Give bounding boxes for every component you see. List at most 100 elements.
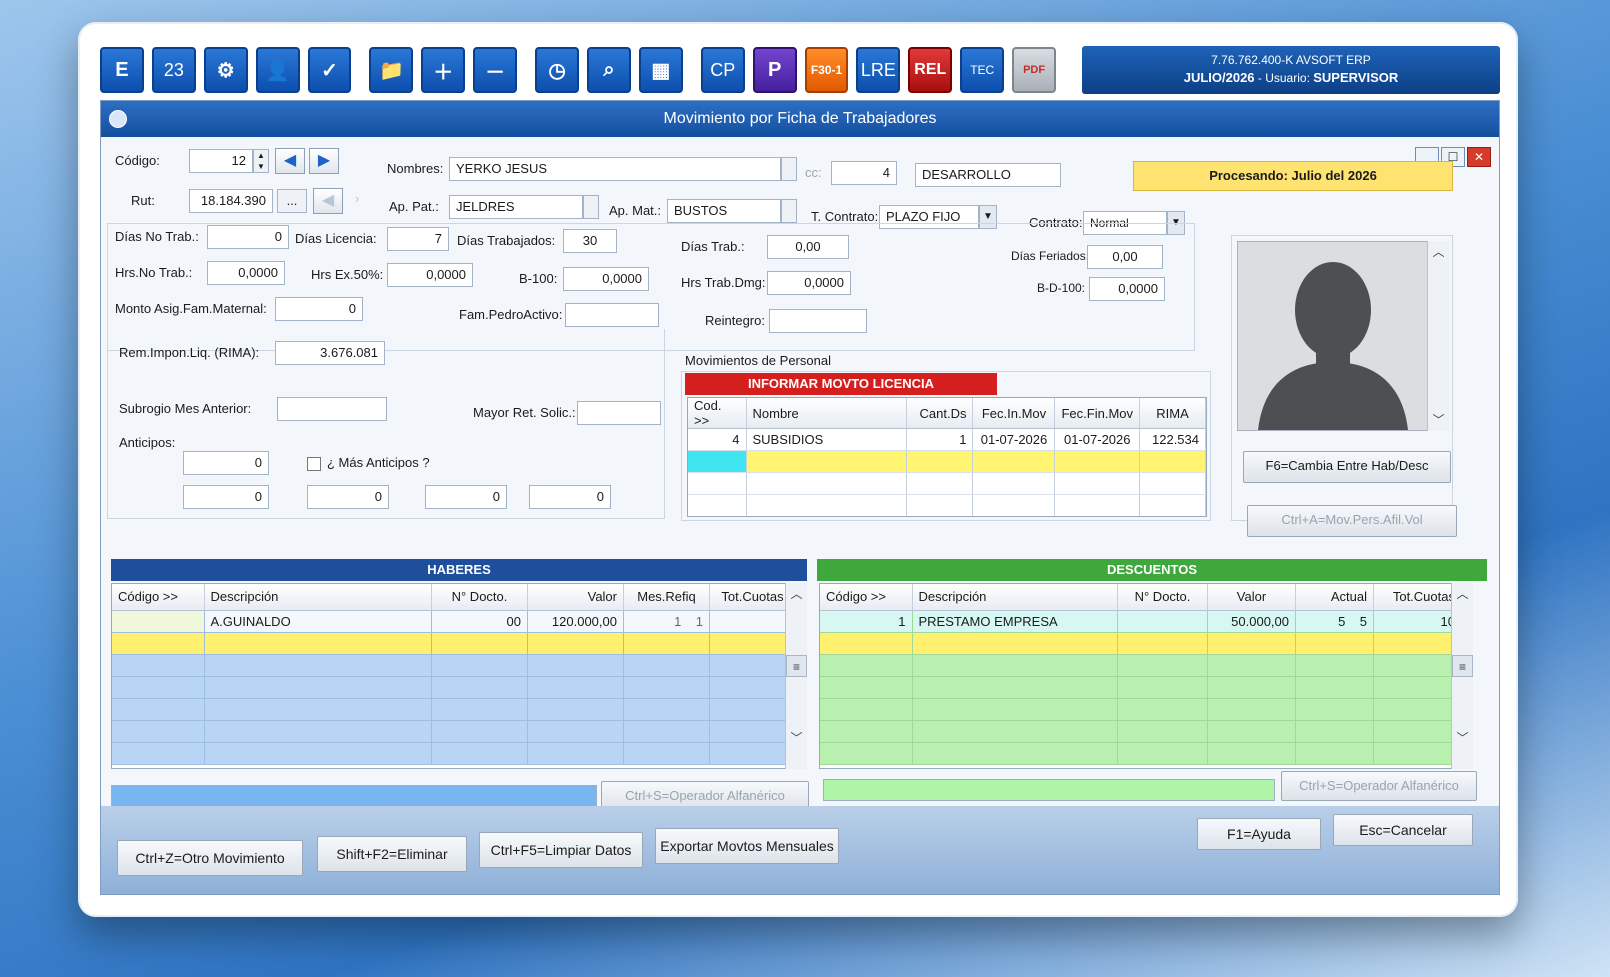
- ap-pat-field[interactable]: JELDRES: [449, 195, 583, 219]
- close-icon[interactable]: ✕: [1467, 147, 1491, 167]
- scroll-up-icon[interactable]: ︿: [1428, 241, 1449, 263]
- f6-switch-button[interactable]: F6=Cambia Entre Hab/Desc: [1243, 451, 1451, 483]
- tec-icon[interactable]: TEC: [960, 47, 1005, 93]
- col-tot-cuotas[interactable]: Tot.Cuotas: [1373, 584, 1462, 611]
- table-row[interactable]: [820, 720, 1462, 743]
- ctrl-a-button[interactable]: Ctrl+A=Mov.Pers.Afil.Vol: [1247, 505, 1457, 537]
- table-row[interactable]: [688, 494, 1206, 516]
- subrogio-field[interactable]: [277, 397, 387, 421]
- codigo-field[interactable]: 12: [189, 149, 253, 173]
- col-docto[interactable]: N° Docto.: [431, 584, 528, 611]
- checklist-icon[interactable]: ✓: [307, 47, 352, 93]
- scroll-up-icon[interactable]: ︿: [786, 583, 807, 605]
- dias-feriados-field[interactable]: 0,00: [1087, 245, 1163, 269]
- haberes-scrollbar[interactable]: ︿ ≡ ﹀: [785, 583, 807, 769]
- table-row[interactable]: 4 SUBSIDIOS 1 01-07-2026 01-07-2026 122.…: [688, 428, 1206, 451]
- scroll-thumb[interactable]: ≡: [1452, 655, 1473, 677]
- scroll-down-icon[interactable]: ﹀: [786, 727, 807, 749]
- table-row[interactable]: [820, 698, 1462, 721]
- clock-icon[interactable]: ◷: [535, 47, 580, 93]
- table-row[interactable]: [112, 720, 796, 743]
- folder-icon[interactable]: 📁: [369, 47, 414, 93]
- dias-trabajados-field[interactable]: 30: [563, 229, 617, 253]
- bd100-field[interactable]: 0,0000: [1089, 277, 1165, 301]
- ayuda-button[interactable]: F1=Ayuda: [1197, 818, 1321, 850]
- anticipo-field-1[interactable]: 0: [183, 485, 269, 509]
- descuentos-scrollbar[interactable]: ︿ ≡ ﹀: [1451, 583, 1473, 769]
- search-icon[interactable]: ⌕: [587, 47, 631, 93]
- cancelar-button[interactable]: Esc=Cancelar: [1333, 814, 1473, 846]
- anticipo-main-field[interactable]: 0: [183, 451, 269, 475]
- cc-number-field[interactable]: 4: [831, 161, 897, 185]
- calendar-icon[interactable]: 23: [151, 47, 196, 93]
- rel-icon[interactable]: REL: [908, 47, 953, 93]
- otro-movimiento-button[interactable]: Ctrl+Z=Otro Movimiento: [117, 840, 303, 876]
- table-row[interactable]: [688, 472, 1206, 495]
- dias-no-trab-field[interactable]: 0: [207, 225, 289, 249]
- table-row[interactable]: [112, 742, 796, 765]
- table-row[interactable]: A.GUINALDO 00 120.000,00 1 1: [112, 610, 796, 633]
- col-descripcion[interactable]: Descripción: [912, 584, 1118, 611]
- mayor-ret-field[interactable]: [577, 401, 661, 425]
- col-fec-fin[interactable]: Fec.Fin.Mov: [1054, 398, 1140, 429]
- col-valor[interactable]: Valor: [1207, 584, 1296, 611]
- anticipo-field-4[interactable]: 0: [529, 485, 611, 509]
- eliminar-button[interactable]: Shift+F2=Eliminar: [317, 836, 467, 872]
- ap-mat-dropdown[interactable]: [781, 199, 797, 223]
- col-nombre[interactable]: Nombre: [746, 398, 908, 429]
- table-row[interactable]: [820, 654, 1462, 677]
- gear-icon[interactable]: ⚙: [203, 47, 248, 93]
- codigo-spinner[interactable]: ▲ ▼: [253, 149, 269, 173]
- scroll-up-icon[interactable]: ︿: [1452, 583, 1473, 605]
- table-row[interactable]: [112, 654, 796, 677]
- anticipo-field-3[interactable]: 0: [425, 485, 507, 509]
- dias-licencia-field[interactable]: 7: [387, 227, 449, 251]
- nombres-field[interactable]: YERKO JESUS: [449, 157, 781, 181]
- hrs-no-trab-field[interactable]: 0,0000: [207, 261, 285, 285]
- table-row[interactable]: 1 PRESTAMO EMPRESA 50.000,00 5 5 10: [820, 610, 1462, 633]
- nombres-dropdown[interactable]: [781, 157, 797, 181]
- grid-icon[interactable]: ▦: [638, 47, 683, 93]
- rut-lookup-button[interactable]: ...: [277, 189, 307, 213]
- rem-impon-field[interactable]: 3.676.081: [275, 341, 385, 365]
- table-row[interactable]: [820, 742, 1462, 765]
- f30-icon[interactable]: F30-1: [804, 47, 849, 93]
- hrs-ex-field[interactable]: 0,0000: [387, 263, 473, 287]
- col-fec-in[interactable]: Fec.In.Mov: [972, 398, 1056, 429]
- table-row[interactable]: [112, 698, 796, 721]
- col-valor[interactable]: Valor: [527, 584, 624, 611]
- table-row[interactable]: [688, 450, 1206, 473]
- mas-anticipos-checkbox[interactable]: [307, 457, 321, 471]
- scroll-down-icon[interactable]: ﹀: [1428, 409, 1449, 431]
- dias-trab-field[interactable]: 0,00: [767, 235, 849, 259]
- table-row[interactable]: [112, 632, 796, 655]
- next-worker-button[interactable]: ▶: [309, 148, 339, 174]
- col-actual[interactable]: Actual: [1295, 584, 1374, 611]
- rut-prev-button[interactable]: ◀: [313, 188, 343, 214]
- rut-field[interactable]: 18.184.390: [189, 189, 273, 213]
- col-rima[interactable]: RIMA: [1139, 398, 1206, 429]
- exportar-movtos-button[interactable]: Exportar Movtos Mensuales: [655, 828, 839, 864]
- pdf-icon[interactable]: PDF: [1012, 47, 1057, 93]
- col-tot-cuotas[interactable]: Tot.Cuotas: [709, 584, 796, 611]
- ap-mat-field[interactable]: BUSTOS: [667, 199, 781, 223]
- p-icon[interactable]: P: [752, 47, 797, 93]
- hrs-trab-dmg-field[interactable]: 0,0000: [767, 271, 851, 295]
- fam-pedro-field[interactable]: [565, 303, 659, 327]
- b100-field[interactable]: 0,0000: [563, 267, 649, 291]
- photo-scrollbar[interactable]: ︿ ﹀: [1427, 241, 1449, 431]
- col-mes-refiq[interactable]: Mes.Refiq: [623, 584, 710, 611]
- table-row[interactable]: [820, 676, 1462, 699]
- ap-pat-dropdown[interactable]: [583, 195, 599, 219]
- scroll-down-icon[interactable]: ﹀: [1452, 727, 1473, 749]
- folder-remove-icon[interactable]: －: [473, 47, 518, 93]
- scroll-thumb[interactable]: ≡: [786, 655, 807, 677]
- lre-icon[interactable]: LRE: [856, 47, 901, 93]
- col-cant[interactable]: Cant.Ds: [906, 398, 974, 429]
- prev-worker-button[interactable]: ◀: [275, 148, 305, 174]
- table-row[interactable]: [112, 676, 796, 699]
- monto-asig-field[interactable]: 0: [275, 297, 363, 321]
- folder-add-icon[interactable]: ＋: [421, 47, 466, 93]
- limpiar-datos-button[interactable]: Ctrl+F5=Limpiar Datos: [479, 832, 643, 868]
- col-codigo[interactable]: Código >>: [112, 584, 205, 611]
